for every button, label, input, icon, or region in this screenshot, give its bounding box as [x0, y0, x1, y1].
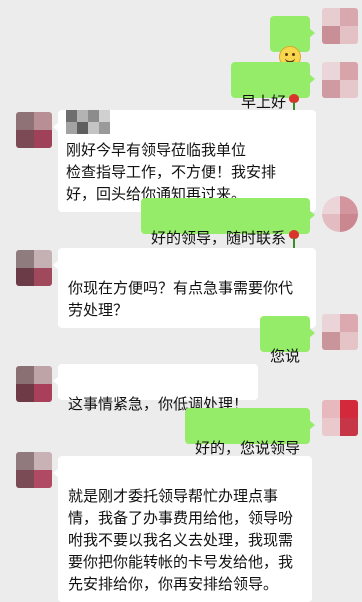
outgoing-bubble[interactable]: 好的领导，随时联系 — [140, 198, 316, 248]
message-text: 你现在方便吗？有点急事需要你代 劳处理？ — [68, 279, 294, 319]
chat-screen: { "messages": [ {"side": "out", "text": … — [0, 0, 362, 602]
my-avatar[interactable] — [322, 314, 358, 350]
message-text: 早上好 — [240, 93, 286, 111]
sender-avatar[interactable] — [16, 250, 52, 286]
rose-icon — [288, 93, 300, 112]
message-text: 刚好今早有领导莅临我单位 检查指导工作，不方便！我安排 好，回头给你通知再过来。 — [66, 141, 277, 203]
my-avatar[interactable] — [322, 400, 358, 436]
outgoing-bubble[interactable]: 早上好 — [230, 62, 316, 112]
sender-avatar[interactable] — [16, 112, 52, 148]
my-avatar[interactable] — [322, 196, 358, 232]
message-text: 好的，您说领导 — [194, 439, 300, 457]
message-text: 您说 — [269, 347, 300, 365]
outgoing-bubble[interactable] — [270, 16, 315, 68]
incoming-bubble[interactable]: 这事情紧急，你低调处理！ — [52, 364, 259, 413]
rose-icon — [288, 229, 300, 248]
sender-avatar[interactable] — [16, 452, 52, 488]
redacted-name-mosaic — [66, 110, 110, 134]
my-avatar[interactable] — [322, 8, 358, 44]
incoming-bubble[interactable]: 就是刚才委托领导帮忙办理点事 情，我备了办事费用给他，领导吩 咐我不要以我名义去… — [53, 456, 312, 602]
sender-avatar[interactable] — [16, 366, 52, 402]
outgoing-bubble[interactable]: 好的，您说领导 — [184, 408, 316, 457]
message-text: 好的领导，随时联系 — [150, 229, 286, 247]
message-text: 就是刚才委托领导帮忙办理点事 情，我备了办事费用给他，领导吩 咐我不要以我名义去… — [68, 487, 294, 593]
outgoing-bubble[interactable]: 您说 — [259, 316, 316, 365]
my-avatar[interactable] — [322, 62, 358, 98]
